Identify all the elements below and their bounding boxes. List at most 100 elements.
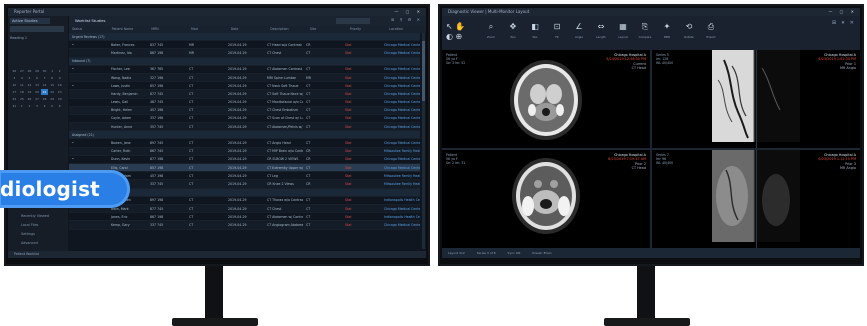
- table-row[interactable]: • Lowe, Justin 857 198 CT 2019-04-29 CT Neck …: [69, 82, 420, 91]
- calendar-day[interactable]: 2: [26, 103, 33, 109]
- column-header[interactable]: Patient Name: [109, 26, 149, 33]
- calendar-day[interactable]: 3: [34, 103, 41, 109]
- viewer-tool-button[interactable]: ⟲ Rotate: [680, 20, 698, 44]
- calendar-day[interactable]: 2: [56, 68, 63, 74]
- viewer-tool-button[interactable]: ⇔ Length: [592, 20, 610, 44]
- column-header[interactable]: Site: [307, 26, 347, 33]
- calendar-day[interactable]: 5: [49, 103, 56, 109]
- viewer-tool-button[interactable]: ✥ Pan: [504, 20, 522, 44]
- table-row[interactable]: • Dunn, Kevin 877 198 CT 2019-04-29 CR ELBOW …: [69, 156, 420, 164]
- calendar-day[interactable]: 4: [19, 75, 26, 81]
- table-group-row[interactable]: Urgent Reviews (17): [69, 33, 420, 42]
- calendar-day[interactable]: 11: [19, 82, 26, 88]
- calendar-day[interactable]: 10: [11, 82, 18, 88]
- sidebar-nav-item[interactable]: Advanced: [11, 239, 65, 248]
- table-row[interactable]: Jones, Eric 867 198 CT 2019-04-29 CT Abdomen…: [69, 213, 420, 222]
- calendar-day[interactable]: 9: [56, 75, 63, 81]
- table-row[interactable]: Kemp, Gary 337 745 CT 2019-04-29 CT Angiogra…: [69, 221, 420, 230]
- viewer-tool-button[interactable]: ⌕ Zoom: [482, 20, 500, 44]
- calendar-day[interactable]: 14: [41, 82, 48, 88]
- table-row[interactable]: Hunter, Anne 357 745 CT 2019-04-29 CT Abdome…: [69, 123, 420, 132]
- viewer-tool-button[interactable]: ⊡ Fit: [548, 20, 566, 44]
- window-controls[interactable]: — ▢ ✕: [394, 8, 423, 16]
- table-row[interactable]: • Baker, Frances 837 745 MR 2019-04-29 CT Hea…: [69, 41, 420, 50]
- column-header[interactable]: Mod: [188, 26, 228, 33]
- pointer-tools[interactable]: ↖ ✋ ◐ ⊕: [446, 22, 465, 42]
- column-header[interactable]: Date: [228, 26, 268, 33]
- viewer-tool-button[interactable]: ⎙ Export: [702, 20, 720, 44]
- viewer-tool-button[interactable]: ◧ W/L: [526, 20, 544, 44]
- calendar-day[interactable]: 29: [34, 68, 41, 74]
- calendar[interactable]: 26 27 28 29 30 1 2 3 4 5 6 7 8 9 10 11 12 13 14 15 16 17 18 19 2…: [11, 68, 63, 118]
- calendar-day[interactable]: 28: [41, 96, 48, 102]
- calendar-day[interactable]: 13: [34, 82, 41, 88]
- table-row[interactable]: Irwin, Mark 877 745 CT 2019-04-29 CT Chest CT…: [69, 204, 420, 214]
- table-row[interactable]: Wang, Nadia 327 198 CT 2019-04-29 MRI Spine …: [69, 73, 420, 83]
- worklist-search-input[interactable]: [336, 18, 370, 24]
- table-row[interactable]: Coyle, Adam 337 198 CT 2019-04-29 CT Scan of…: [69, 115, 420, 124]
- calendar-day[interactable]: 17: [11, 89, 18, 95]
- calendar-day[interactable]: 7: [41, 75, 48, 81]
- calendar-day[interactable]: 21: [41, 89, 48, 95]
- viewer-tool-button[interactable]: ∠ Angle: [570, 20, 588, 44]
- viewer-tool-button[interactable]: ▦ Layout: [614, 20, 632, 44]
- viewport-ct-prior[interactable]: Patient 56 yo F Se: 2 Im: 31 Chicago Hos…: [442, 150, 650, 248]
- calendar-day[interactable]: 19: [26, 89, 33, 95]
- calendar-day[interactable]: 26: [11, 68, 18, 74]
- table-group-row[interactable]: Assigned (21): [69, 131, 420, 140]
- column-header[interactable]: Location: [386, 26, 426, 33]
- calendar-day[interactable]: 18: [19, 89, 26, 95]
- calendar-day[interactable]: 29: [49, 96, 56, 102]
- table-scrollbar[interactable]: [422, 33, 425, 249]
- calendar-day[interactable]: 4: [41, 103, 48, 109]
- sidebar-nav-item[interactable]: Recently Viewed: [11, 212, 65, 221]
- calendar-day[interactable]: 31: [11, 103, 18, 109]
- viewer-tool-button[interactable]: ⎘ Compare: [636, 20, 654, 44]
- calendar-day[interactable]: 25: [19, 96, 26, 102]
- calendar-day[interactable]: 22: [49, 89, 56, 95]
- viewer-toolbar-icons[interactable]: ⊞ ▾ ✕: [832, 20, 856, 26]
- viewer-window-controls[interactable]: — ▢ ✕: [828, 8, 857, 16]
- table-row[interactable]: Bright, Helen 457 198 CT 2019-04-29 CT Chest…: [69, 106, 420, 115]
- column-header[interactable]: Description: [267, 26, 307, 33]
- viewport-mr-prior[interactable]: Series 7 Im: 96 WL 40/400 Chicago Hospit…: [652, 150, 860, 248]
- sidebar-nav-item[interactable]: Settings: [11, 230, 65, 239]
- calendar-day[interactable]: 3: [11, 75, 18, 81]
- calendar-day[interactable]: 5: [26, 75, 33, 81]
- calendar-day[interactable]: 1: [19, 103, 26, 109]
- viewport-ct-current[interactable]: Patient 56 yo F Se: 3 Im: 52 Chicago Hos…: [442, 50, 650, 148]
- column-header[interactable]: MRN: [148, 26, 188, 33]
- calendar-day[interactable]: 30: [41, 68, 48, 74]
- calendar-day[interactable]: 16: [56, 82, 63, 88]
- calendar-day[interactable]: 30: [56, 96, 63, 102]
- calendar-day[interactable]: 26: [26, 96, 33, 102]
- calendar-day[interactable]: 20: [34, 89, 41, 95]
- table-group-row[interactable]: Inbound (7): [69, 57, 420, 66]
- column-header[interactable]: Priority: [347, 26, 387, 33]
- scroll-thumb[interactable]: [422, 41, 425, 101]
- table-row[interactable]: Carter, Ruth 867 745 CT 2019-04-29 CT MIP Br…: [69, 147, 420, 156]
- table-row[interactable]: Ellis, Carol 857 198 CT 2019-04-29 CT Extrem…: [69, 164, 420, 173]
- sidebar-tab[interactable]: Active Studies: [10, 18, 50, 24]
- calendar-day[interactable]: 23: [56, 89, 63, 95]
- column-header[interactable]: Status: [69, 26, 109, 33]
- table-row[interactable]: Martinez, Ida 867 198 MR 2019-04-29 CT Chest…: [69, 49, 420, 58]
- calendar-day[interactable]: 12: [26, 82, 33, 88]
- calendar-day[interactable]: 15: [49, 82, 56, 88]
- sidebar-nav-item[interactable]: Local Files: [11, 221, 65, 230]
- table-row[interactable]: Hardy, Benjamin 877 745 CT 2019-04-29 CT Sof…: [69, 90, 420, 99]
- calendar-day[interactable]: 1: [49, 68, 56, 74]
- viewer-tool-button[interactable]: ✦ MPR: [658, 20, 676, 44]
- sidebar-search-input[interactable]: [10, 26, 64, 32]
- table-row[interactable]: • Bowen, Jane 897 745 CT 2019-04-29 CT Angio …: [69, 139, 420, 148]
- calendar-day[interactable]: 6: [56, 103, 63, 109]
- table-row[interactable]: • Fischer, Lee 367 765 CT 2019-04-29 CT Abdom…: [69, 66, 420, 74]
- calendar-day[interactable]: 24: [11, 96, 18, 102]
- calendar-day[interactable]: 27: [19, 68, 26, 74]
- calendar-day[interactable]: 6: [34, 75, 41, 81]
- table-row[interactable]: Lewis, Gail 487 745 CT 2019-04-29 CT Maxillo…: [69, 99, 420, 107]
- calendar-day[interactable]: 28: [26, 68, 33, 74]
- calendar-day[interactable]: 27: [34, 96, 41, 102]
- viewport-mr-angio[interactable]: Series 5 Im: 128 WL 40/400 Chicago Hospi…: [652, 50, 860, 148]
- calendar-day[interactable]: 8: [49, 75, 56, 81]
